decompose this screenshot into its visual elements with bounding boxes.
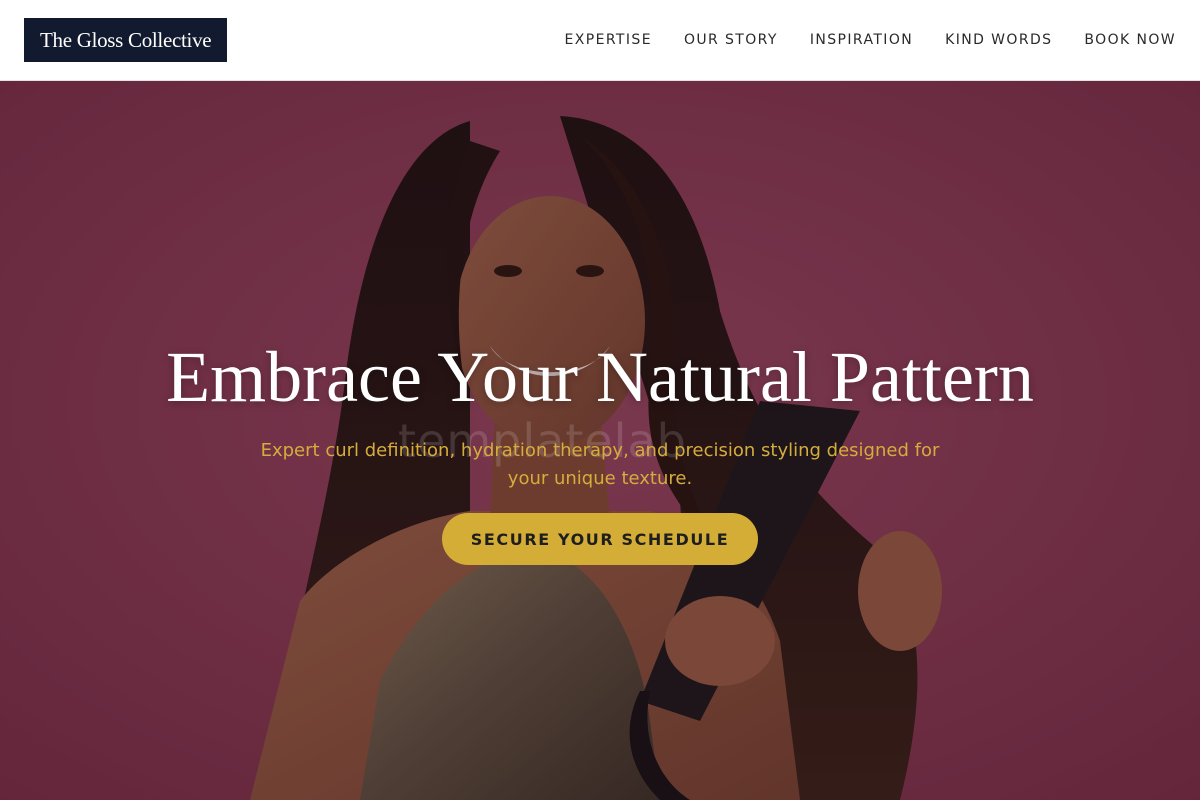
hero-section: templatelab Embrace Your Natural Pattern… [0, 81, 1200, 800]
nav-link-our-story[interactable]: OUR STORY [684, 32, 778, 48]
nav-link-book-now[interactable]: BOOK NOW [1084, 32, 1176, 48]
hero-content: Embrace Your Natural Pattern Expert curl… [0, 335, 1200, 565]
brand-logo[interactable]: The Gloss Collective [24, 18, 228, 62]
secure-schedule-button[interactable]: SECURE YOUR SCHEDULE [442, 513, 758, 565]
hero-title: Embrace Your Natural Pattern [166, 337, 1034, 417]
hero-subtitle: Expert curl definition, hydration therap… [260, 440, 940, 489]
nav-link-expertise[interactable]: EXPERTISE [565, 32, 652, 48]
site-header: The Gloss Collective EXPERTISE OUR STORY… [0, 0, 1200, 81]
nav-link-inspiration[interactable]: INSPIRATION [810, 32, 913, 48]
main-nav: EXPERTISE OUR STORY INSPIRATION KIND WOR… [565, 0, 1177, 80]
nav-link-kind-words[interactable]: KIND WORDS [945, 32, 1052, 48]
